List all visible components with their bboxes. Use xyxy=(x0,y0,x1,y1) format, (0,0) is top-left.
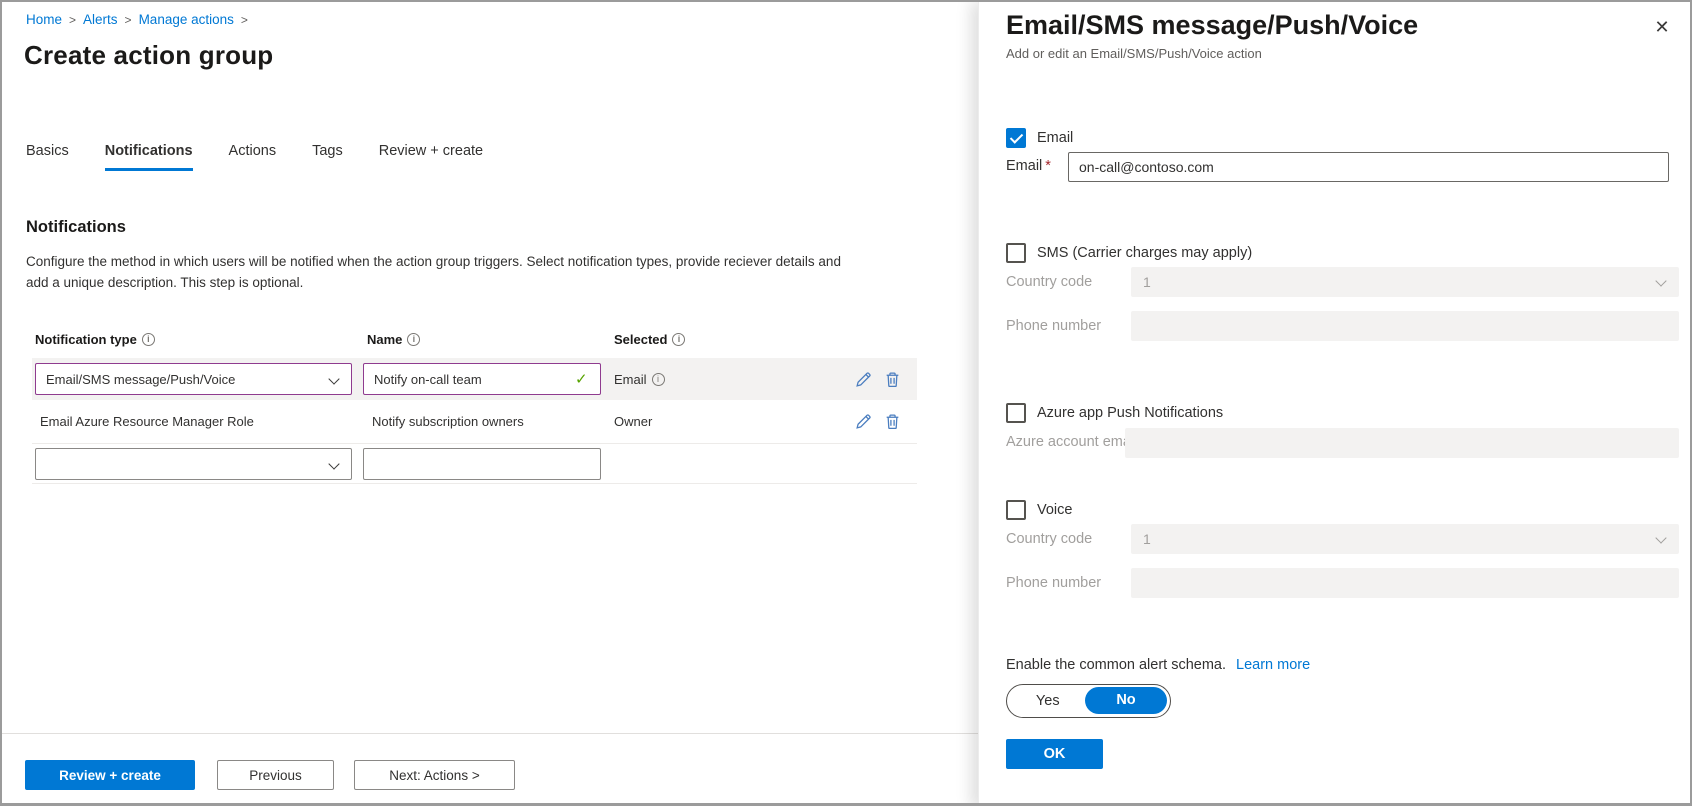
email-input[interactable] xyxy=(1068,152,1669,182)
learn-more-link[interactable]: Learn more xyxy=(1236,657,1310,673)
breadcrumb-home[interactable]: Home xyxy=(26,12,62,27)
common-alert-schema-label: Enable the common alert schema. Learn mor… xyxy=(1006,657,1310,673)
panel-title: Email/SMS message/Push/Voice xyxy=(1006,10,1418,41)
notification-type-select[interactable]: Email/SMS message/Push/Voice xyxy=(35,363,352,395)
review-create-button[interactable]: Review + create xyxy=(25,760,195,790)
breadcrumb-separator: > xyxy=(241,13,248,27)
table-row: Email/SMS message/Push/Voice ✓ Email xyxy=(32,358,917,400)
notification-type-select[interactable] xyxy=(35,448,352,480)
push-checkbox-label: Azure app Push Notifications xyxy=(1037,405,1223,421)
sms-country-code-label: Country code xyxy=(1006,274,1092,290)
tab-actions[interactable]: Actions xyxy=(229,143,277,171)
pencil-icon xyxy=(855,371,872,388)
edit-row-button[interactable] xyxy=(855,412,875,432)
info-icon[interactable] xyxy=(652,373,665,386)
chevron-down-icon xyxy=(1655,275,1666,286)
voice-country-code-value: 1 xyxy=(1143,531,1151,547)
column-header-name: Name xyxy=(367,332,420,347)
tab-basics[interactable]: Basics xyxy=(26,143,69,171)
notification-type-cell: Email Azure Resource Manager Role xyxy=(40,400,254,443)
info-icon[interactable] xyxy=(142,333,155,346)
info-icon[interactable] xyxy=(672,333,685,346)
delete-row-button[interactable] xyxy=(884,369,904,389)
chevron-down-icon xyxy=(328,373,339,384)
breadcrumb-manage-actions[interactable]: Manage actions xyxy=(139,12,234,27)
previous-button[interactable]: Previous xyxy=(217,760,334,790)
breadcrumb-separator: > xyxy=(69,13,76,27)
voice-phone-label: Phone number xyxy=(1006,575,1101,591)
column-header-label: Notification type xyxy=(35,332,137,347)
notification-name-input[interactable] xyxy=(363,448,601,480)
chevron-down-icon xyxy=(1655,532,1666,543)
tab-bar: Basics Notifications Actions Tags Review… xyxy=(26,143,483,171)
voice-country-code-select: 1 xyxy=(1131,524,1679,554)
edit-row-button[interactable] xyxy=(855,369,875,389)
notification-name-value: Notify subscription owners xyxy=(372,414,524,429)
page-title: Create action group xyxy=(24,40,273,71)
email-checkbox[interactable] xyxy=(1006,128,1026,148)
close-icon[interactable] xyxy=(1647,12,1677,42)
next-actions-button[interactable]: Next: Actions > xyxy=(354,760,515,790)
trash-icon xyxy=(884,413,901,430)
breadcrumb-alerts[interactable]: Alerts xyxy=(83,12,118,27)
notification-name-input[interactable] xyxy=(363,363,601,395)
voice-country-code-label: Country code xyxy=(1006,531,1092,547)
tab-tags[interactable]: Tags xyxy=(312,143,343,171)
breadcrumb: Home > Alerts > Manage actions > xyxy=(26,12,255,27)
sms-phone-input xyxy=(1131,311,1679,341)
toggle-no-option[interactable]: No xyxy=(1085,687,1167,714)
table-row xyxy=(32,444,917,484)
trash-icon xyxy=(884,371,901,388)
voice-phone-input xyxy=(1131,568,1679,598)
selected-value: Owner xyxy=(614,414,652,429)
email-sms-push-voice-panel: Email/SMS message/Push/Voice Add or edit… xyxy=(978,2,1692,806)
panel-subtitle: Add or edit an Email/SMS/Push/Voice acti… xyxy=(1006,46,1262,61)
azure-account-email-label-text: Azure account email xyxy=(1006,434,1137,450)
ok-button[interactable]: OK xyxy=(1006,739,1103,769)
push-checkbox[interactable] xyxy=(1006,403,1026,423)
tab-review-create[interactable]: Review + create xyxy=(379,143,483,171)
column-header-selected: Selected xyxy=(614,332,685,347)
section-description: Configure the method in which users will… xyxy=(26,252,851,294)
email-checkbox-label: Email xyxy=(1037,130,1073,146)
table-row: Email Azure Resource Manager Role Notify… xyxy=(32,400,917,444)
azure-account-email-input xyxy=(1125,428,1679,458)
selected-cell: Email xyxy=(614,358,665,400)
email-field-label-text: Email xyxy=(1006,158,1042,174)
delete-row-button[interactable] xyxy=(884,412,904,432)
email-field-label: Email* xyxy=(1006,158,1051,174)
notification-name-cell: Notify subscription owners xyxy=(372,400,524,443)
sms-checkbox-label: SMS (Carrier charges may apply) xyxy=(1037,245,1252,261)
sms-country-code-select: 1 xyxy=(1131,267,1679,297)
info-icon[interactable] xyxy=(407,333,420,346)
screen: Home > Alerts > Manage actions > Create actio… xyxy=(0,0,1692,806)
breadcrumb-separator: > xyxy=(125,13,132,27)
selected-value: Email xyxy=(614,372,647,387)
toggle-yes-option[interactable]: Yes xyxy=(1007,693,1089,709)
common-alert-schema-toggle[interactable]: Yes No xyxy=(1006,684,1171,718)
valid-check-icon: ✓ xyxy=(575,370,588,388)
voice-checkbox[interactable] xyxy=(1006,500,1026,520)
sms-phone-label: Phone number xyxy=(1006,318,1101,334)
tab-notifications[interactable]: Notifications xyxy=(105,143,193,171)
sms-country-code-value: 1 xyxy=(1143,274,1151,290)
column-header-label: Name xyxy=(367,332,402,347)
footer-divider xyxy=(2,733,978,734)
column-header-label: Selected xyxy=(614,332,667,347)
notification-type-value: Email/SMS message/Push/Voice xyxy=(46,372,235,387)
selected-cell: Owner xyxy=(614,400,652,443)
notification-type-value: Email Azure Resource Manager Role xyxy=(40,414,254,429)
chevron-down-icon xyxy=(328,458,339,469)
voice-checkbox-label: Voice xyxy=(1037,502,1072,518)
required-asterisk: * xyxy=(1045,158,1051,174)
pencil-icon xyxy=(855,413,872,430)
table-header-row: Notification type Name Selected xyxy=(2,332,978,354)
sms-checkbox[interactable] xyxy=(1006,243,1026,263)
section-heading: Notifications xyxy=(26,218,126,237)
common-alert-schema-text: Enable the common alert schema. xyxy=(1006,657,1226,673)
column-header-notification-type: Notification type xyxy=(35,332,155,347)
